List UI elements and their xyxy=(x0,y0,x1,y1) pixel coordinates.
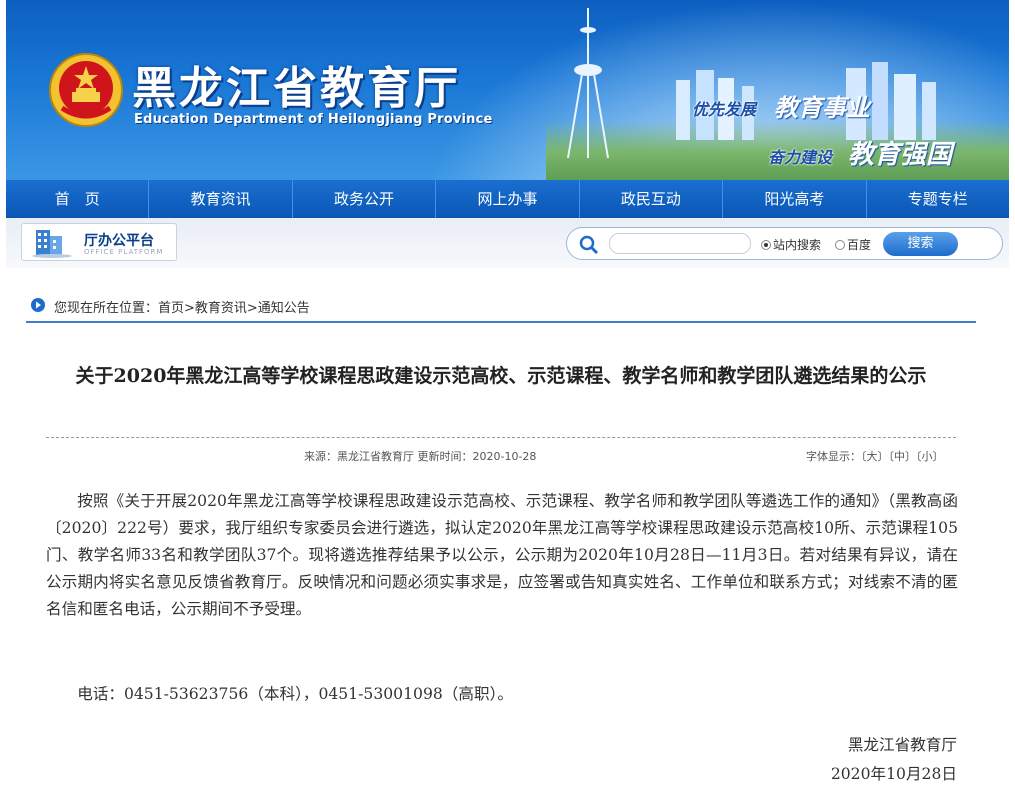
font-size-label: 字体显示： xyxy=(806,450,861,463)
radio-site-search[interactable]: 站内搜索 xyxy=(761,236,821,253)
nav-item-topics[interactable]: 专题专栏 xyxy=(867,180,1009,218)
slogan-strong: 教育强国 xyxy=(848,140,953,170)
signature-org: 黑龙江省教育厅 xyxy=(847,736,957,754)
radio-baidu-label: 百度 xyxy=(847,238,872,252)
font-size-large-link[interactable]: 〔大〕 xyxy=(861,450,889,463)
nav-item-home[interactable]: 首 页 xyxy=(6,180,150,218)
article-phone: 电话：0451-53623756（本科），0451-53001098（高职）。 xyxy=(77,685,513,703)
title-divider xyxy=(46,437,956,438)
search-bar: 站内搜索 百度 搜索 xyxy=(566,227,1003,260)
font-size-medium-link[interactable]: 〔中〕 xyxy=(889,450,917,463)
slogan-education: 教育事业 xyxy=(774,93,870,122)
toolbar: 厅办公平台 OFFICE PLATFORM 站内搜索 百度 搜索 xyxy=(6,218,1009,268)
search-button[interactable]: 搜索 xyxy=(883,232,958,256)
office-platform-label: 厅办公平台 xyxy=(84,233,154,249)
main-nav: 首 页 教育资讯 政务公开 网上办事 政民互动 阳光高考 专题专栏 xyxy=(6,180,1009,218)
office-platform-sublabel: OFFICE PLATFORM xyxy=(84,248,164,256)
slogan-priority: 优先发展 xyxy=(692,100,757,119)
slogan-build: 奋力建设 xyxy=(768,148,833,167)
article-meta: 来源：黑龙江省教育厅 更新时间：2020-10-28 xyxy=(304,450,537,463)
site-title-english: Education Department of Heilongjiang Pro… xyxy=(134,112,493,127)
nav-item-online-services[interactable]: 网上办事 xyxy=(436,180,580,218)
site-banner: 黑龙江省教育厅 Education Department of Heilongj… xyxy=(6,0,1009,180)
breadcrumb: 您现在所在位置：首页>教育资讯>通知公告 xyxy=(26,290,976,323)
nav-item-admissions[interactable]: 阳光高考 xyxy=(723,180,867,218)
search-icon xyxy=(579,235,599,255)
breadcrumb-text[interactable]: 您现在所在位置：首页>教育资讯>通知公告 xyxy=(54,297,310,316)
building-icon xyxy=(32,230,72,258)
nav-item-interaction[interactable]: 政民互动 xyxy=(580,180,724,218)
radio-dot-unselected xyxy=(835,239,845,250)
article-title: 关于2020年黑龙江高等学校课程思政建设示范高校、示范课程、教学名师和教学团队遴… xyxy=(75,365,927,387)
location-bullet-icon xyxy=(31,298,45,312)
article-body: 按照《关于开展2020年黑龙江高等学校课程思政建设示范高校、示范课程、教学名师和… xyxy=(46,492,958,618)
font-size-switcher: 字体显示：〔大〕〔中〕〔小〕 xyxy=(806,448,944,464)
site-title: 黑龙江省教育厅 xyxy=(132,63,461,114)
nav-item-news[interactable]: 教育资讯 xyxy=(149,180,293,218)
office-platform-button[interactable]: 厅办公平台 OFFICE PLATFORM xyxy=(21,223,177,261)
tv-tower-graphic xyxy=(567,8,609,158)
national-emblem-icon xyxy=(49,53,123,127)
radio-site-label: 站内搜索 xyxy=(773,238,822,252)
search-input[interactable] xyxy=(609,233,751,254)
radio-baidu-search[interactable]: 百度 xyxy=(835,236,871,253)
signature-date: 2020年10月28日 xyxy=(830,765,957,783)
nav-item-government[interactable]: 政务公开 xyxy=(293,180,437,218)
font-size-small-link[interactable]: 〔小〕 xyxy=(916,450,944,463)
radio-dot-selected xyxy=(761,239,771,250)
